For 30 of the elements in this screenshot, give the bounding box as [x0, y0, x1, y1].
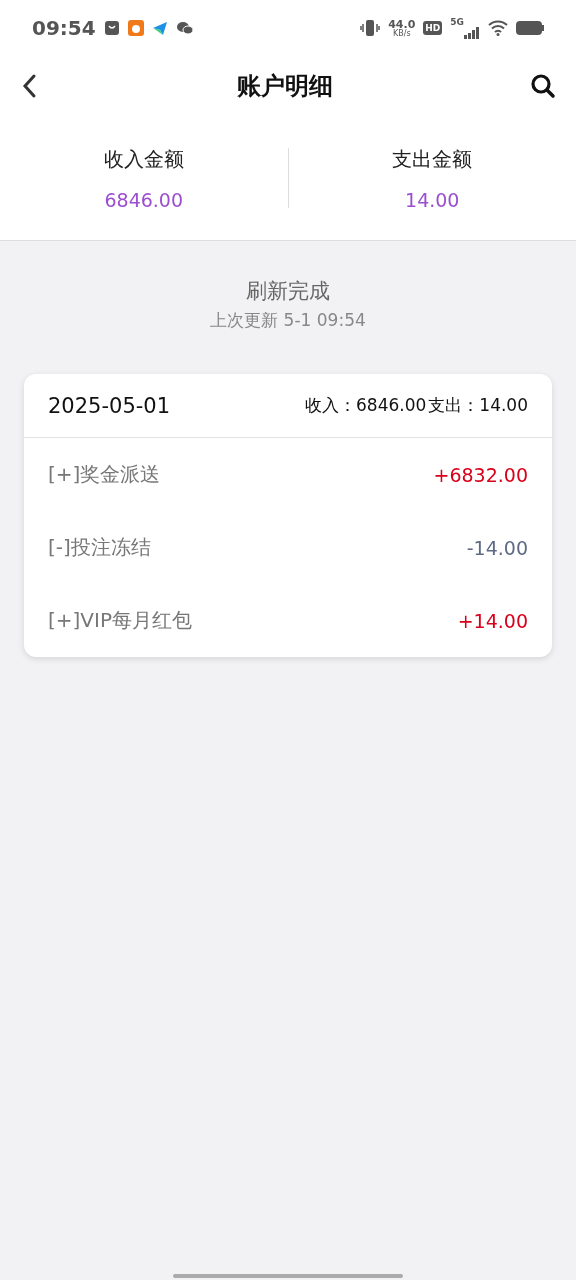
page-title: 账户明细 [237, 71, 333, 102]
summary-label: 支出金额 [392, 145, 473, 173]
network-type: 5G [450, 17, 464, 27]
summary-amount: 14.00 [405, 188, 460, 211]
chat-icon [175, 20, 194, 36]
speed-unit: KB/s [392, 29, 411, 38]
day-expense: 支出：14.00 [428, 394, 528, 417]
vibrate-icon [360, 19, 381, 37]
signal-icon [464, 27, 480, 39]
transaction-label: [+]奖金派送 [48, 461, 161, 488]
refresh-status: 刷新完成 [246, 278, 330, 305]
card-date: 2025-05-01 [48, 393, 171, 418]
wifi-icon [488, 20, 508, 36]
paper-plane-icon [151, 20, 168, 36]
app-icon [127, 20, 144, 36]
transaction-label: [-]投注冻结 [48, 534, 151, 561]
transaction-label: [+]VIP每月红包 [48, 607, 192, 634]
summary-label: 收入金额 [103, 145, 184, 173]
transaction-amount: +14.00 [457, 609, 528, 632]
summary-amount: 6846.00 [104, 188, 184, 211]
status-time: 09:54 [32, 16, 96, 40]
day-income: 收入：6846.00 [305, 394, 427, 417]
last-update-time: 上次更新 5-1 09:54 [210, 309, 366, 332]
battery-icon [516, 20, 544, 36]
hd-badge: HD [423, 21, 443, 35]
transaction-amount: -14.00 [466, 536, 528, 559]
search-icon [530, 73, 556, 99]
speed-value: 44.0 [388, 18, 416, 30]
bag-icon [103, 20, 120, 36]
transaction-amount: +6832.00 [433, 463, 528, 486]
